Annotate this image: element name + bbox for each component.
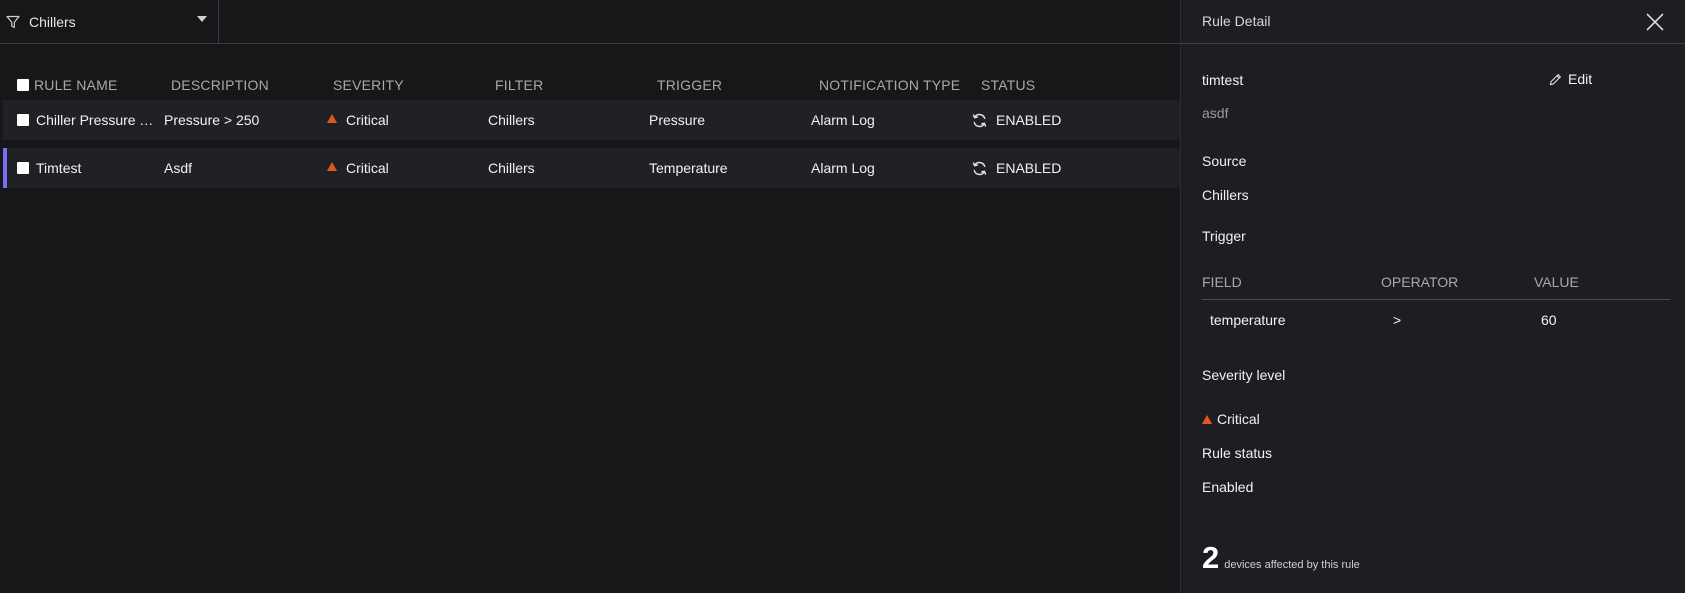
- trigger-label: Trigger: [1202, 228, 1246, 244]
- rule-name: timtest: [1202, 72, 1244, 88]
- edit-label: Edit: [1568, 71, 1593, 87]
- source-value: Chillers: [1202, 187, 1249, 203]
- rule-description: asdf: [1202, 105, 1229, 121]
- column-header-status[interactable]: STATUS: [981, 77, 1035, 93]
- rule-status-label: Rule status: [1202, 445, 1273, 461]
- table-row[interactable]: Chiller Pressure Too High Pressure > 250…: [3, 100, 1180, 140]
- devices-count: 2: [1202, 540, 1220, 575]
- rules-table: RULE NAME DESCRIPTION SEVERITY FILTER TR…: [0, 64, 1180, 188]
- trigger-cell: Temperature: [649, 160, 728, 176]
- table-row[interactable]: Timtest Asdf Critical Chillers Temperatu…: [3, 148, 1180, 188]
- severity-cell: Critical: [346, 160, 389, 176]
- trigger-column-operator: OPERATOR: [1381, 274, 1459, 290]
- sync-icon: [972, 113, 987, 128]
- critical-severity-icon: [327, 114, 337, 123]
- rule-detail-panel: Rule Detail timtest Edit asdf Source Chi…: [1180, 0, 1685, 593]
- close-icon[interactable]: [1644, 11, 1666, 33]
- panel-title: Rule Detail: [1202, 13, 1271, 29]
- devices-affected: 2 devices affected by this rule: [1202, 540, 1360, 576]
- funnel-icon: [6, 15, 20, 29]
- trigger-column-value: VALUE: [1534, 274, 1579, 290]
- sync-icon: [972, 161, 987, 176]
- devices-caption: devices affected by this rule: [1224, 559, 1360, 571]
- filter-cell: Chillers: [488, 160, 535, 176]
- column-header-trigger[interactable]: TRIGGER: [657, 77, 722, 93]
- trigger-column-field: FIELD: [1202, 274, 1242, 290]
- filter-dropdown[interactable]: Chillers: [0, 0, 219, 44]
- source-label: Source: [1202, 153, 1247, 169]
- trigger-operator-cell: >: [1393, 312, 1402, 328]
- toolbar: Chillers: [0, 0, 1180, 44]
- status-cell: ENABLED: [996, 160, 1062, 176]
- panel-header: Rule Detail: [1181, 0, 1685, 44]
- status-cell: ENABLED: [996, 112, 1062, 128]
- trigger-field-cell: temperature: [1210, 312, 1286, 328]
- rule-status-value: Enabled: [1202, 479, 1254, 495]
- rule-name-cell: Timtest: [36, 160, 82, 176]
- severity-level-label: Severity level: [1202, 367, 1286, 383]
- row-checkbox[interactable]: [17, 114, 29, 126]
- description-cell: Pressure > 250: [164, 112, 260, 128]
- trigger-cell: Pressure: [649, 112, 706, 128]
- trigger-table-header: FIELD OPERATOR VALUE: [1202, 270, 1670, 300]
- column-header-rule-name[interactable]: RULE NAME: [34, 77, 117, 93]
- description-cell: Asdf: [164, 160, 193, 176]
- select-all-checkbox[interactable]: [17, 79, 29, 91]
- rule-name-cell: Chiller Pressure Too High: [36, 112, 160, 128]
- critical-severity-icon: [327, 162, 337, 171]
- severity-level-value: Critical: [1202, 411, 1260, 427]
- column-header-description[interactable]: DESCRIPTION: [171, 77, 269, 93]
- filter-cell: Chillers: [488, 112, 535, 128]
- row-checkbox[interactable]: [17, 162, 29, 174]
- chevron-down-icon: [197, 16, 207, 22]
- critical-severity-icon: [1202, 414, 1212, 424]
- severity-cell: Critical: [346, 112, 389, 128]
- trigger-table-row: temperature > 60: [1202, 309, 1670, 333]
- filter-selected-value: Chillers: [29, 14, 76, 30]
- notification-type-cell: Alarm Log: [811, 112, 875, 128]
- trigger-value-cell: 60: [1541, 312, 1557, 328]
- severity-level-text: Critical: [1217, 411, 1260, 427]
- pencil-icon: [1549, 73, 1561, 85]
- edit-button[interactable]: Edit: [1548, 71, 1592, 87]
- notification-type-cell: Alarm Log: [811, 160, 875, 176]
- column-header-severity[interactable]: SEVERITY: [333, 77, 404, 93]
- column-header-notification-type[interactable]: NOTIFICATION TYPE: [819, 77, 960, 93]
- column-header-filter[interactable]: FILTER: [495, 77, 543, 93]
